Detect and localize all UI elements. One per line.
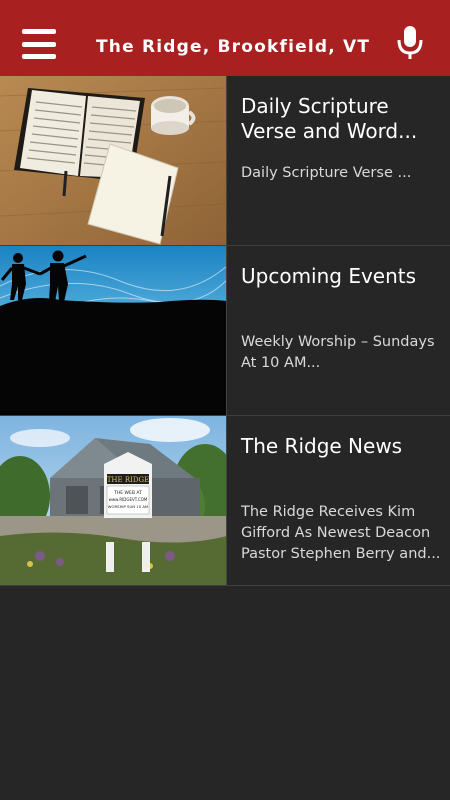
sign-name: THE RIDGE xyxy=(107,476,149,484)
feed-item-subtitle: Weekly Worship – Sundays At 10 AM... xyxy=(241,334,435,371)
feed-list: Daily Scripture Verse and Word... Daily … xyxy=(0,76,450,586)
hamburger-menu-icon[interactable] xyxy=(22,29,56,59)
microphone-icon[interactable] xyxy=(396,25,424,61)
bible-notebook-image xyxy=(0,76,227,245)
feed-item-subtitle: The Ridge Receives Kim Gifford As Newest… xyxy=(241,504,441,562)
sign-line-3: WORSHIP SUN 10 AM xyxy=(108,504,148,509)
feed-item-title: Daily Scripture Verse and Word... xyxy=(241,94,418,143)
feed-item-subtitle: Daily Scripture Verse ... xyxy=(241,165,412,181)
sign-line-1: THE WEB AT xyxy=(113,490,142,496)
silhouettes-image xyxy=(0,246,227,415)
app-header: The Ridge, Brookfield, VT xyxy=(0,0,450,76)
sign-line-2: www.RIDGEVT.COM xyxy=(109,497,148,502)
app-title: The Ridge, Brookfield, VT xyxy=(96,37,371,57)
feed-item-news[interactable]: THE RIDGE THE WEB AT www.RIDGEVT.COM WOR… xyxy=(0,416,450,586)
feed-item-title: The Ridge News xyxy=(241,434,403,458)
empty-area xyxy=(0,586,450,800)
feed-item-events[interactable]: Upcoming Events Weekly Worship – Sundays… xyxy=(0,246,450,416)
feed-item-scripture[interactable]: Daily Scripture Verse and Word... Daily … xyxy=(0,76,450,246)
app-screen: The Ridge, Brookfield, VT Daily Scriptur… xyxy=(0,0,450,800)
feed-item-title: Upcoming Events xyxy=(241,264,417,288)
church-barn-image: THE RIDGE THE WEB AT www.RIDGEVT.COM WOR… xyxy=(0,416,227,585)
